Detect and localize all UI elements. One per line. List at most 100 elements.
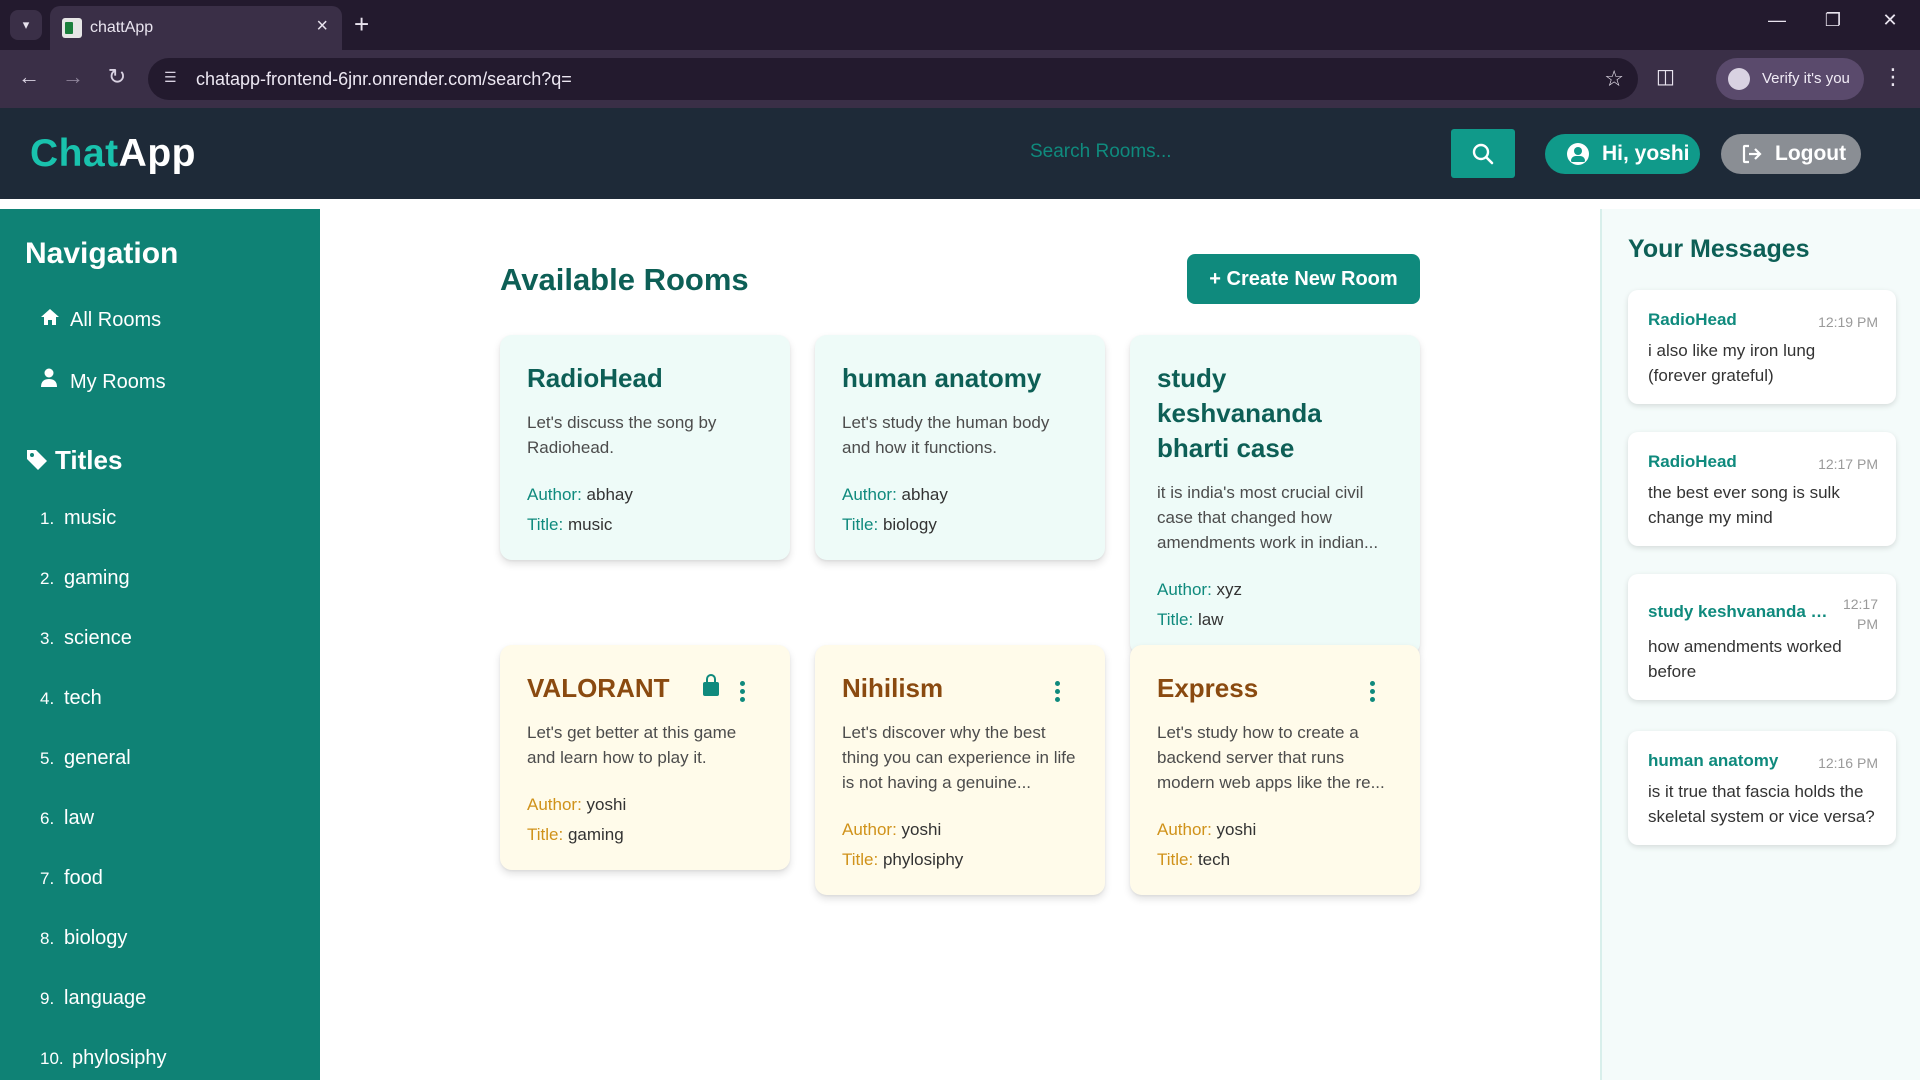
message-room: human anatomy — [1648, 751, 1779, 770]
author-label: Author: — [842, 485, 897, 504]
logout-button[interactable]: Logout — [1721, 134, 1861, 174]
title-number: 9. — [40, 989, 55, 1008]
back-icon[interactable]: ← — [14, 64, 44, 90]
profile-button[interactable]: Hi, yoshi — [1545, 134, 1700, 174]
app-logo[interactable]: ChatApp — [30, 132, 196, 176]
sidebar-item-all-rooms[interactable]: All Rooms — [40, 308, 161, 332]
room-description: Let's get better at this game and learn … — [527, 723, 737, 767]
title-item-general[interactable]: 5. general — [40, 747, 131, 770]
create-room-button[interactable]: + Create New Room — [1187, 254, 1420, 304]
room-description: Let's study how to create a backend serv… — [1157, 723, 1385, 792]
room-title: law — [1197, 610, 1224, 629]
title-item-science[interactable]: 3. science — [40, 627, 132, 650]
sidebar-item-label: My Rooms — [70, 371, 166, 393]
title-item-food[interactable]: 7. food — [40, 867, 103, 890]
title-item-law[interactable]: 6. law — [40, 807, 94, 830]
room-card[interactable]: RadioHead Let's discuss the song by Radi… — [500, 335, 790, 560]
restore-icon[interactable]: ❐ — [1813, 10, 1853, 31]
titles-heading-label: Titles — [55, 445, 123, 475]
room-description: Let's discover why the best thing you ca… — [842, 723, 1076, 792]
title-item-tech[interactable]: 4. tech — [40, 687, 102, 710]
close-tab-icon[interactable]: × — [316, 15, 328, 38]
message-item[interactable]: study keshvananda b... 12:17 PM how amen… — [1628, 574, 1896, 700]
site-info-icon[interactable]: ☰ — [164, 69, 184, 89]
title-label: tech — [64, 687, 102, 709]
verify-profile-button[interactable]: Verify it's you — [1716, 58, 1864, 100]
messages-panel: Your Messages RadioHead 12:19 PM i also … — [1600, 209, 1920, 1080]
title-number: 10. — [40, 1049, 64, 1068]
sidebar: Navigation All Rooms My Rooms Titles 1. m… — [0, 209, 320, 1080]
reload-icon[interactable]: ↻ — [102, 64, 132, 90]
more-options-icon[interactable] — [740, 681, 746, 703]
room-name: VALORANT — [527, 673, 670, 703]
bookmark-star-icon[interactable]: ☆ — [1604, 66, 1624, 92]
room-name: RadioHead — [527, 363, 663, 393]
tab-search-button[interactable]: ▾ — [10, 10, 42, 40]
tab-title: chattApp — [90, 19, 154, 36]
address-bar[interactable]: ☰ chatapp-frontend-6jnr.onrender.com/sea… — [148, 58, 1638, 100]
browser-menu-icon[interactable]: ⋮ — [1882, 64, 1904, 90]
title-item-gaming[interactable]: 2. gaming — [40, 567, 130, 590]
title-item-biology[interactable]: 8. biology — [40, 927, 127, 950]
extensions-icon[interactable]: ◫ — [1656, 64, 1675, 89]
logo-app: App — [118, 132, 196, 175]
message-text: i also like my iron lung (forever gratef… — [1648, 341, 1816, 385]
logout-label: Logout — [1775, 142, 1847, 165]
author-label: Author: — [842, 820, 897, 839]
title-item-language[interactable]: 9. language — [40, 987, 146, 1010]
room-meta: Author: abhay Title: biology — [842, 480, 1079, 540]
title-label: food — [64, 867, 103, 889]
browser-tab[interactable]: chattApp × — [50, 6, 342, 50]
app-header: ChatApp Hi, yoshi Logout — [0, 108, 1920, 199]
message-text: how amendments worked before — [1648, 637, 1842, 681]
title-item-phylosiphy[interactable]: 10. phylosiphy — [40, 1047, 167, 1070]
browser-toolbar: ← → ↻ ☰ chatapp-frontend-6jnr.onrender.c… — [0, 50, 1920, 108]
logout-icon — [1742, 144, 1762, 164]
messages-heading: Your Messages — [1628, 235, 1810, 263]
message-item[interactable]: human anatomy 12:16 PM is it true that f… — [1628, 731, 1896, 845]
title-label: gaming — [64, 567, 130, 589]
message-room: study keshvananda b... — [1648, 602, 1828, 621]
room-title: phylosiphy — [882, 850, 964, 869]
message-room: RadioHead — [1648, 452, 1737, 471]
profile-avatar-icon — [1728, 68, 1750, 90]
url-text[interactable]: chatapp-frontend-6jnr.onrender.com/searc… — [196, 69, 572, 90]
room-meta: Author: yoshi Title: gaming — [527, 790, 764, 850]
new-tab-icon[interactable]: + — [354, 9, 369, 39]
sidebar-item-my-rooms[interactable]: My Rooms — [40, 368, 166, 394]
title-number: 4. — [40, 689, 55, 708]
room-card[interactable]: human anatomy Let's study the human body… — [815, 335, 1105, 560]
author-label: Author: — [527, 485, 582, 504]
room-title: music — [567, 515, 613, 534]
title-number: 3. — [40, 629, 55, 648]
titles-heading: Titles — [25, 445, 122, 476]
room-card[interactable]: study keshvananda bharti case it is indi… — [1130, 335, 1420, 655]
title-label: Title: — [1157, 610, 1194, 629]
close-window-icon[interactable]: ✕ — [1870, 10, 1910, 31]
title-number: 1. — [40, 509, 55, 528]
title-number: 7. — [40, 869, 55, 888]
room-card[interactable]: Express Let's study how to create a back… — [1130, 645, 1420, 895]
room-card[interactable]: VALORANT Let's get better at this game a… — [500, 645, 790, 870]
minimize-icon[interactable]: — — [1757, 10, 1797, 31]
room-title: gaming — [567, 825, 624, 844]
search-button[interactable] — [1451, 129, 1515, 178]
more-options-icon[interactable] — [1370, 681, 1376, 703]
author-label: Author: — [1157, 580, 1212, 599]
room-author: abhay — [901, 485, 948, 504]
user-circle-icon — [1567, 143, 1589, 165]
message-item[interactable]: RadioHead 12:17 PM the best ever song is… — [1628, 432, 1896, 546]
message-text: the best ever song is sulk change my min… — [1648, 483, 1840, 527]
title-label: music — [64, 507, 117, 529]
verify-label: Verify it's you — [1762, 70, 1850, 87]
room-card[interactable]: Nihilism Let's discover why the best thi… — [815, 645, 1105, 895]
search-input[interactable] — [1030, 128, 1450, 176]
forward-icon[interactable]: → — [58, 64, 88, 90]
room-author: yoshi — [901, 820, 942, 839]
room-name: Nihilism — [842, 673, 944, 703]
title-item-music[interactable]: 1. music — [40, 507, 116, 530]
more-options-icon[interactable] — [1055, 681, 1061, 703]
room-author: abhay — [586, 485, 633, 504]
room-name: study keshvananda bharti case — [1157, 363, 1322, 463]
message-item[interactable]: RadioHead 12:19 PM i also like my iron l… — [1628, 290, 1896, 404]
